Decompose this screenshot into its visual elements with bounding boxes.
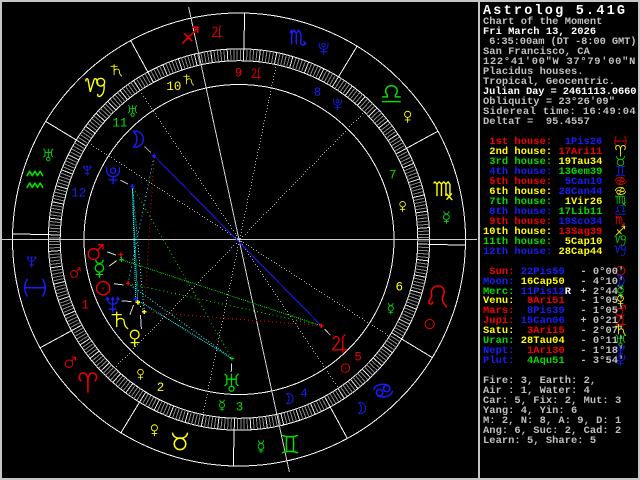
svg-text:5: 5 <box>354 350 362 364</box>
svg-text:11: 11 <box>112 117 127 131</box>
svg-text:8: 8 <box>314 86 322 100</box>
svg-text:12: 12 <box>71 187 86 201</box>
svg-text:6: 6 <box>395 281 403 295</box>
svg-text:1: 1 <box>81 298 89 312</box>
svg-text:7: 7 <box>389 169 397 183</box>
svg-text:9: 9 <box>235 67 243 81</box>
svg-text:4: 4 <box>300 387 308 401</box>
svg-text:3: 3 <box>236 400 244 414</box>
svg-text:2: 2 <box>157 381 165 395</box>
svg-text:10: 10 <box>166 80 181 94</box>
